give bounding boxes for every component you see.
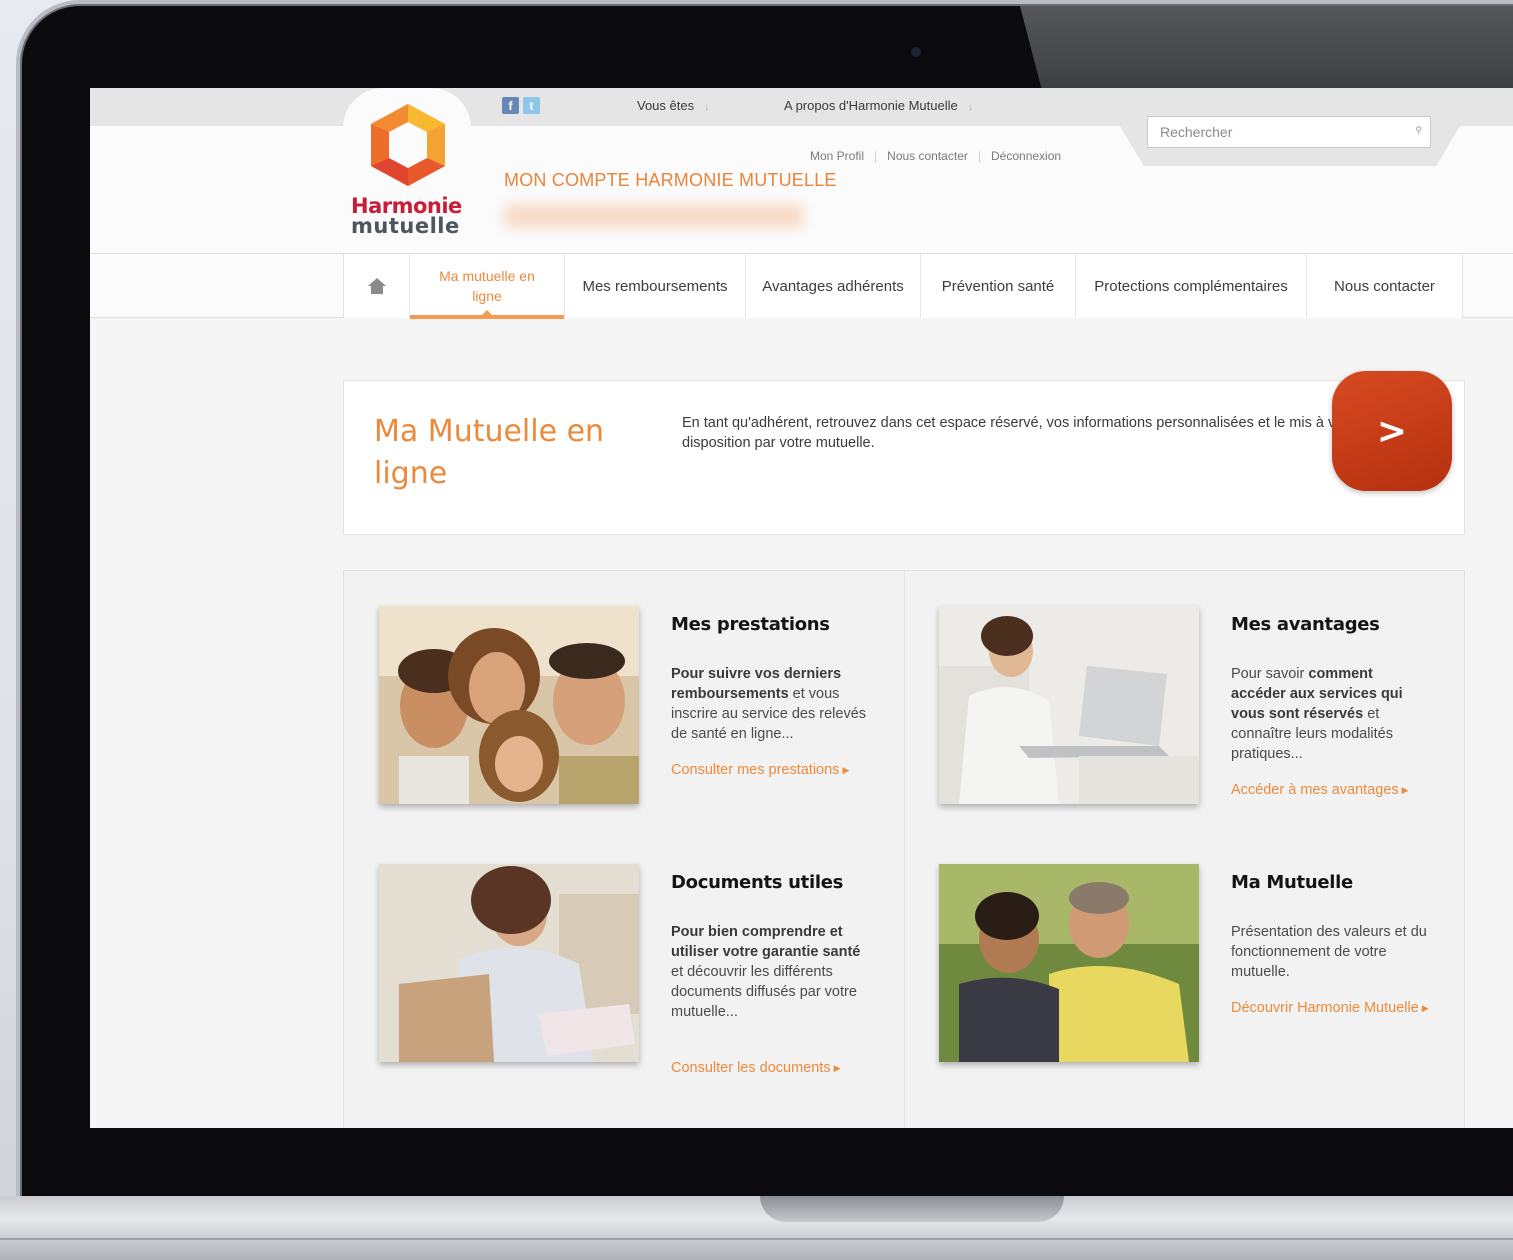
browser-screen: Harmonie mutuelle f t Vous êtes ↓ A propo… (90, 88, 1513, 1128)
nav-remboursements[interactable]: Mes remboursements (565, 254, 746, 318)
laptop-base-line (0, 1238, 1513, 1240)
blurred-member-name (504, 204, 804, 228)
photo-father-son (939, 864, 1199, 1062)
photo-family (379, 606, 639, 804)
chevron-down-icon: ↓ (704, 101, 710, 113)
card-ma-mutuelle: Ma Mutuelle Présentation des valeurs et … (939, 864, 1479, 1114)
menu-vous-etes[interactable]: Vous êtes ↓ (637, 98, 710, 113)
play-button[interactable]: > (1332, 371, 1452, 491)
intro-text: En tant qu'adhérent, retrouvez dans cet … (682, 415, 1361, 451)
link-consulter-prestations[interactable]: Consulter mes prestations ▶ (671, 760, 871, 780)
laptop-bezel-bottom (22, 1128, 1513, 1200)
main-nav: Ma mutuelle en ligne Mes remboursements … (90, 254, 1513, 319)
facebook-icon[interactable]: f (502, 97, 519, 114)
chevron-right-icon: ▶ (833, 1063, 841, 1073)
nav-nous-contacter[interactable]: Nous contacter (1307, 254, 1463, 318)
photo-woman-laptop (939, 606, 1199, 804)
laptop-base (0, 1196, 1513, 1260)
link-label: Accéder à mes avantages (1231, 782, 1399, 798)
nav-avantages[interactable]: Avantages adhérents (746, 254, 921, 318)
card-text: Pour savoir comment accéder aux services… (1231, 664, 1431, 764)
card-title: Documents utiles (671, 872, 844, 893)
link-label: Consulter mes prestations (671, 762, 840, 778)
play-icon: > (1376, 410, 1408, 452)
chevron-right-icon: ▶ (1421, 1003, 1429, 1013)
laptop-base-notch (760, 1196, 1064, 1222)
intro-box: Ma Mutuelle en ligne En tant qu'adhérent… (343, 380, 1465, 535)
search-icon[interactable]: ⚲ (1415, 126, 1422, 136)
account-links: Mon Profil | Nous contacter | Déconnexio… (810, 149, 1061, 163)
card-documents-utiles: Documents utiles Pour bien comprendre et… (379, 864, 919, 1114)
separator: | (977, 149, 981, 163)
link-nous-contacter[interactable]: Nous contacter (887, 149, 968, 163)
link-label: Consulter les documents (671, 1060, 831, 1076)
nav-ma-mutuelle[interactable]: Ma mutuelle en ligne (410, 254, 565, 319)
link-consulter-documents[interactable]: Consulter les documents ▶ (671, 1058, 871, 1078)
card-mes-prestations: Mes prestations Pour suivre vos derniers… (379, 606, 919, 856)
home-icon (367, 278, 386, 294)
search-input[interactable]: Rechercher ⚲ (1147, 116, 1431, 148)
camera-dot (911, 47, 921, 57)
menu-a-propos[interactable]: A propos d'Harmonie Mutuelle ↓ (784, 98, 973, 113)
twitter-icon[interactable]: t (523, 97, 540, 114)
services-grid: Mes prestations Pour suivre vos derniers… (343, 570, 1465, 1128)
menu-vous-etes-label: Vous êtes (637, 98, 695, 113)
chevron-right-icon: ▶ (1401, 785, 1409, 795)
chevron-down-icon: ↓ (967, 101, 974, 113)
link-deconnexion[interactable]: Déconnexion (991, 149, 1061, 163)
card-text: Pour bien comprendre et utiliser votre g… (671, 922, 871, 1022)
nav-protections[interactable]: Protections complémentaires (1076, 254, 1307, 318)
nav-items: Ma mutuelle en ligne Mes remboursements … (343, 254, 1463, 319)
card-text-rest: et découvrir les différents documents di… (671, 964, 857, 1020)
link-label: Découvrir Harmonie Mutuelle (1231, 1000, 1419, 1016)
link-decouvrir-harmonie[interactable]: Découvrir Harmonie Mutuelle ▶ (1231, 998, 1431, 1018)
nav-home[interactable] (344, 254, 410, 318)
card-mes-avantages: Mes avantages Pour savoir comment accéde… (939, 606, 1479, 856)
logo-text-mutuelle: mutuelle (351, 214, 460, 238)
card-text-pre: Pour savoir (1231, 666, 1309, 682)
link-mon-profil[interactable]: Mon Profil (810, 149, 864, 163)
search-placeholder: Rechercher (1160, 124, 1233, 140)
laptop-scene: Harmonie mutuelle f t Vous êtes ↓ A propo… (0, 0, 1513, 1260)
card-text-bold: Pour bien comprendre et utiliser votre g… (671, 924, 861, 960)
card-title: Mes avantages (1231, 614, 1380, 635)
card-title: Ma Mutuelle (1231, 872, 1353, 893)
photo-woman-documents (379, 864, 639, 1062)
chevron-right-icon: ▶ (842, 765, 850, 775)
card-title: Mes prestations (671, 614, 830, 635)
card-text: Présentation des valeurs et du fonctionn… (1231, 924, 1427, 980)
account-title: MON COMPTE HARMONIE MUTUELLE (504, 170, 837, 190)
separator: | (874, 149, 878, 163)
nav-prevention[interactable]: Prévention santé (921, 254, 1076, 318)
intro-title: Ma Mutuelle en ligne (374, 414, 605, 491)
link-acceder-avantages[interactable]: Accéder à mes avantages ▶ (1231, 780, 1431, 800)
menu-a-propos-label: A propos d'Harmonie Mutuelle (784, 98, 958, 113)
social-links: f t (502, 97, 540, 114)
harmonie-logo-icon[interactable] (365, 102, 451, 188)
card-text: Pour suivre vos derniers remboursements … (671, 664, 871, 744)
